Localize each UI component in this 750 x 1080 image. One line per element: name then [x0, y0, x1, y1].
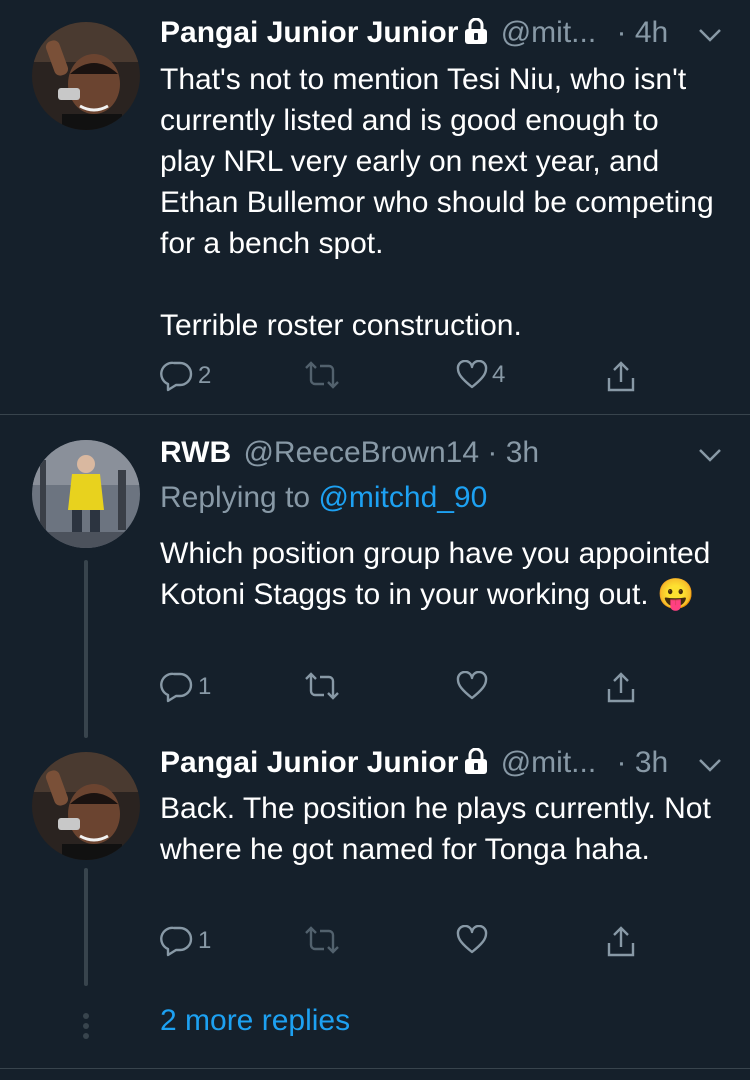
share-icon — [606, 360, 636, 394]
avatar[interactable] — [32, 22, 140, 130]
tweet-2[interactable]: RWB @ReeceBrown14 · 3h Replying to @mitc… — [0, 415, 750, 735]
user-handle[interactable]: @mit... — [501, 16, 596, 49]
tweet-text: Back. The position he plays currently. N… — [160, 792, 720, 866]
reply-button[interactable]: 1 — [160, 925, 211, 957]
tweet-text: That's not to mention Tesi Niu, who isn'… — [160, 63, 714, 342]
retweet-icon — [302, 671, 342, 701]
divider — [0, 1068, 750, 1069]
tweet-actions: 1 — [160, 925, 660, 965]
timestamp[interactable]: · 3h — [617, 746, 669, 779]
lock-icon — [464, 747, 488, 782]
retweet-button[interactable] — [302, 925, 342, 955]
like-count: 4 — [492, 361, 506, 388]
tweet-1[interactable]: Pangai Junior Junior @mit... · 4h That's… — [0, 0, 750, 414]
like-button[interactable] — [456, 671, 488, 701]
like-button[interactable] — [456, 925, 488, 955]
user-handle[interactable]: @mit... — [501, 746, 596, 779]
mention-link[interactable]: @mitchd_90 — [318, 481, 487, 514]
user-handle[interactable]: @ReeceBrown14 — [243, 436, 479, 469]
thread-line — [84, 868, 88, 986]
retweet-button[interactable] — [302, 671, 342, 701]
share-icon — [606, 671, 636, 705]
tweet-3[interactable]: Pangai Junior Junior @mit... · 3h Back. … — [0, 735, 750, 995]
reply-count: 1 — [198, 673, 212, 700]
tweet-header: Pangai Junior Junior @mit... · 3h — [160, 746, 668, 782]
avatar[interactable] — [32, 440, 140, 548]
reply-button[interactable]: 1 — [160, 671, 211, 703]
heart-icon — [456, 671, 488, 701]
timestamp[interactable]: · 4h — [617, 16, 669, 49]
avatar[interactable] — [32, 752, 140, 860]
like-button[interactable]: 4 — [456, 360, 505, 390]
retweet-icon — [302, 360, 342, 390]
thread-line — [84, 560, 88, 738]
heart-icon — [456, 360, 488, 390]
tweet-actions: 2 4 — [160, 360, 660, 400]
replying-to-label: Replying to — [160, 481, 311, 514]
share-icon — [606, 925, 636, 959]
share-button[interactable] — [606, 925, 636, 959]
reply-icon — [160, 360, 194, 392]
retweet-button[interactable] — [302, 360, 342, 390]
thread-dots-icon — [83, 1013, 89, 1043]
share-button[interactable] — [606, 671, 636, 705]
tweet-actions: 1 — [160, 671, 660, 711]
heart-icon — [456, 925, 488, 955]
chevron-down-icon[interactable] — [698, 448, 722, 467]
chevron-down-icon[interactable] — [698, 28, 722, 47]
share-button[interactable] — [606, 360, 636, 394]
tweet-text: Which position group have you appointed … — [160, 537, 719, 611]
reply-button[interactable]: 2 — [160, 360, 211, 392]
tweet-header: RWB @ReeceBrown14 · 3h — [160, 436, 539, 470]
retweet-icon — [302, 925, 342, 955]
chevron-down-icon[interactable] — [698, 758, 722, 777]
tweet-header: Pangai Junior Junior @mit... · 4h — [160, 16, 668, 52]
lock-icon — [464, 17, 488, 52]
display-name[interactable]: RWB — [160, 436, 231, 469]
more-replies-link[interactable]: 2 more replies — [160, 1004, 350, 1038]
timestamp[interactable]: · 3h — [487, 436, 539, 469]
replying-to: Replying to @mitchd_90 — [160, 481, 487, 515]
reply-count: 2 — [198, 362, 212, 389]
display-name[interactable]: Pangai Junior Junior — [160, 746, 458, 779]
reply-icon — [160, 925, 194, 957]
reply-count: 1 — [198, 927, 212, 954]
reply-icon — [160, 671, 194, 703]
display-name[interactable]: Pangai Junior Junior — [160, 16, 458, 49]
